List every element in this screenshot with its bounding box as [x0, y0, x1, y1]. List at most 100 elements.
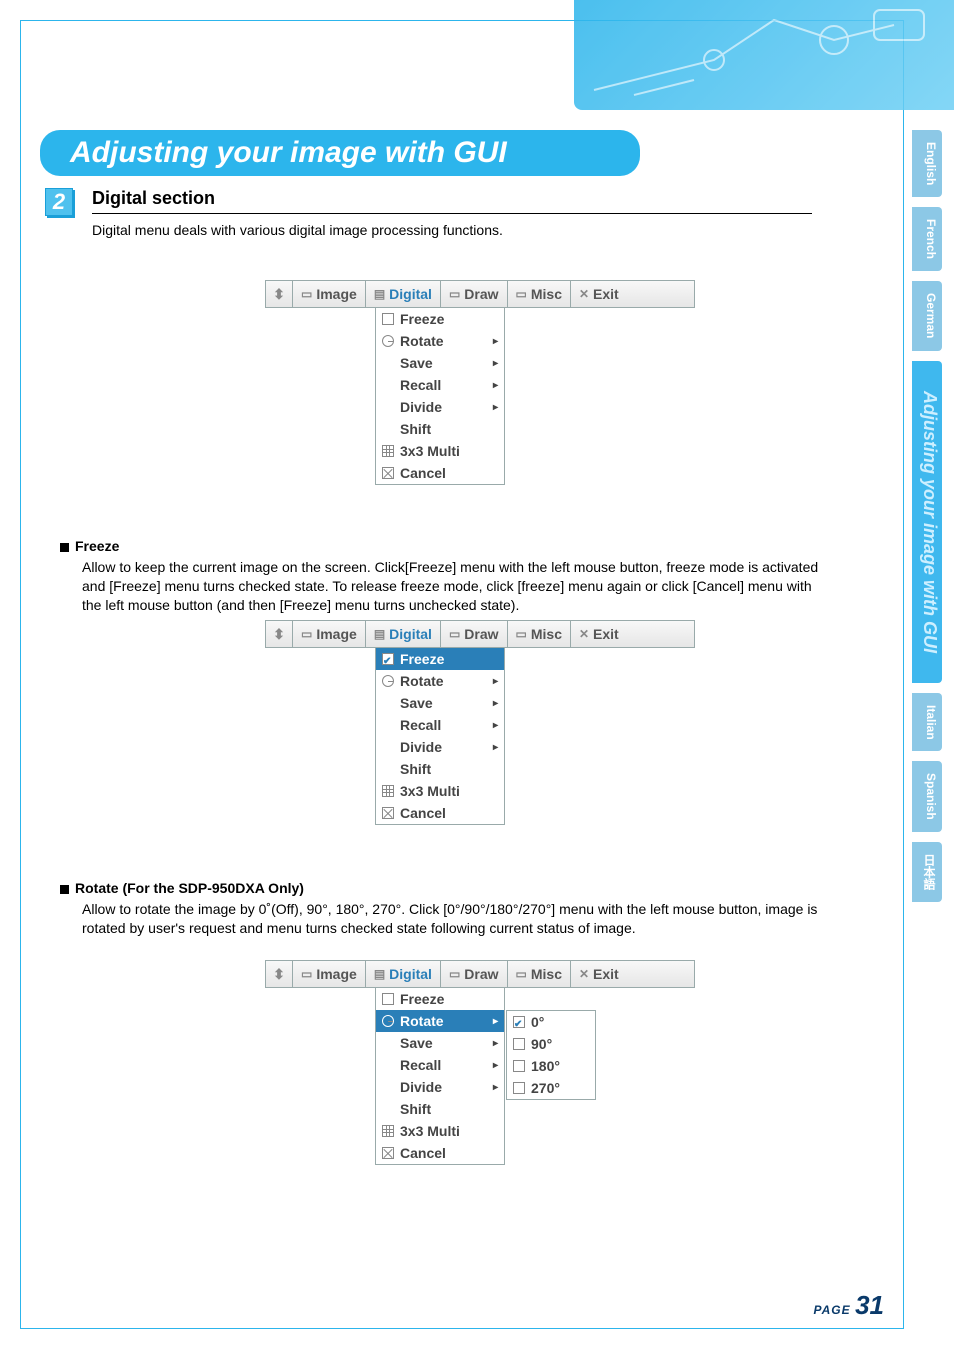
- submenu-arrow-icon: ▸: [493, 336, 498, 347]
- menu-item-rotate[interactable]: Rotate▸0°90°180°270°: [376, 1010, 504, 1032]
- menu-item-recall[interactable]: Recall▸: [376, 1054, 504, 1076]
- menu-item-label: Save: [400, 1035, 433, 1051]
- menu-item-rotate[interactable]: Rotate ▸: [376, 330, 504, 352]
- rotate-option-90°[interactable]: 90°: [507, 1033, 595, 1055]
- page-number: PAGE 31: [814, 1290, 885, 1321]
- menu-item-label: Divide: [400, 739, 442, 755]
- menubar-tab-exit[interactable]: ✕Exit: [570, 961, 627, 987]
- menubar-tab-misc[interactable]: ▭Misc: [507, 281, 570, 307]
- menubar-label: Draw: [464, 626, 498, 642]
- side-tab-1[interactable]: French: [912, 207, 942, 271]
- menubar-label: Misc: [531, 286, 562, 302]
- page-number-value: 31: [855, 1290, 884, 1320]
- submenu-arrow-icon: ▸: [493, 676, 498, 687]
- freeze-heading-text: Freeze: [75, 538, 119, 554]
- menu-item-label: Freeze: [400, 311, 444, 327]
- rotate-option-270°[interactable]: 270°: [507, 1077, 595, 1099]
- menubar-tab-image[interactable]: ▭Image: [292, 961, 365, 987]
- digital-dropdown: FreezeRotate▸0°90°180°270°Save▸Recall▸Di…: [375, 988, 505, 1165]
- menu-item-label: Freeze: [400, 651, 444, 667]
- rotate-heading-text: Rotate (For the SDP-950DXA Only): [75, 880, 304, 896]
- menu-item-label: Save: [400, 695, 433, 711]
- gui-menubar: ⬍ ▭Image ▤Digital ▭Draw ▭Misc ✕Exit: [265, 620, 695, 648]
- rotate-option-180°[interactable]: 180°: [507, 1055, 595, 1077]
- misc-icon: ▭: [516, 627, 527, 641]
- side-tab-6[interactable]: 日本語: [912, 842, 942, 902]
- menubar-tab-exit[interactable]: ✕Exit: [570, 621, 627, 647]
- menubar-tab-exit[interactable]: ✕ Exit: [570, 281, 627, 307]
- menu-item-3x3-multi[interactable]: 3x3 Multi: [376, 1120, 504, 1142]
- menubar-tab-digital[interactable]: ▤Digital: [365, 621, 440, 647]
- menubar-tab-draw[interactable]: ▭Draw: [440, 621, 507, 647]
- menu-item-recall[interactable]: Recall▸: [376, 714, 504, 736]
- menu-item-label: Shift: [400, 1101, 431, 1117]
- menu-item-shift[interactable]: Shift: [376, 758, 504, 780]
- side-tab-5[interactable]: Spanish: [912, 761, 942, 832]
- menubar-label: Draw: [464, 966, 498, 982]
- menu-item-label: Divide: [400, 399, 442, 415]
- menu-item-cancel[interactable]: Cancel: [376, 802, 504, 824]
- menu-item-label: Recall: [400, 1057, 441, 1073]
- misc-icon: ▭: [516, 967, 527, 981]
- close-icon: [382, 807, 394, 819]
- rotate-option-label: 0°: [531, 1014, 544, 1030]
- menu-item-shift[interactable]: Shift: [376, 1098, 504, 1120]
- freeze-body: Allow to keep the current image on the s…: [82, 558, 820, 615]
- menu-item-freeze[interactable]: Freeze: [376, 308, 504, 330]
- menubar-tab-digital[interactable]: ▤Digital: [365, 281, 440, 307]
- menu-item-rotate[interactable]: Rotate▸: [376, 670, 504, 692]
- menubar-tab-image[interactable]: ▭Image: [292, 621, 365, 647]
- menu-item-save[interactable]: Save▸: [376, 692, 504, 714]
- menubar-tab-digital[interactable]: ▤Digital: [365, 961, 440, 987]
- menu-item-shift[interactable]: Shift: [376, 418, 504, 440]
- menu-item-save[interactable]: Save▸: [376, 352, 504, 374]
- menu-item-cancel[interactable]: Cancel: [376, 1142, 504, 1164]
- page-label: PAGE: [814, 1303, 851, 1317]
- menu-item-divide[interactable]: Divide ▸: [376, 396, 504, 418]
- menu-item-divide[interactable]: Divide▸: [376, 1076, 504, 1098]
- side-tab-3[interactable]: Adjusting your image with GUI: [912, 361, 942, 683]
- section-number-badge: 2: [45, 188, 73, 216]
- rotate-icon: [382, 1015, 394, 1027]
- exit-icon: ✕: [579, 287, 589, 301]
- checkbox-icon: [382, 653, 394, 665]
- menu-item-save[interactable]: Save▸: [376, 1032, 504, 1054]
- digital-dropdown: Freeze Rotate ▸ Save▸Recall▸ Divide ▸ Shift3x3…: [375, 308, 505, 485]
- side-tab-2[interactable]: German: [912, 281, 942, 350]
- menu-item-3x3-multi[interactable]: 3x3 Multi: [376, 780, 504, 802]
- menubar-tab-image[interactable]: ▭Image: [292, 281, 365, 307]
- gui-menubar: ⬍ ▭Image ▤Digital ▭Draw ▭Misc ✕Exit: [265, 280, 695, 308]
- rotate-icon: [382, 675, 394, 687]
- submenu-arrow-icon: ▸: [493, 402, 498, 413]
- menu-item-label: Cancel: [400, 1145, 446, 1161]
- freeze-section: Freeze Allow to keep the current image o…: [60, 538, 820, 615]
- menu-item-3x3-multi[interactable]: 3x3 Multi: [376, 440, 504, 462]
- menu-item-cancel[interactable]: Cancel: [376, 462, 504, 484]
- menubar-tab-misc[interactable]: ▭Misc: [507, 621, 570, 647]
- checkbox-icon: [382, 313, 394, 325]
- menu-item-label: Cancel: [400, 465, 446, 481]
- menubar-tab-draw[interactable]: ▭Draw: [440, 961, 507, 987]
- rotate-option-0°[interactable]: 0°: [507, 1011, 595, 1033]
- digital-icon: ▤: [374, 967, 385, 981]
- menubar-label: Exit: [593, 966, 619, 982]
- menu-item-label: Cancel: [400, 805, 446, 821]
- rotate-heading: Rotate (For the SDP-950DXA Only): [60, 880, 820, 896]
- menubar-label: Image: [316, 966, 356, 982]
- side-tab-0[interactable]: English: [912, 130, 942, 197]
- checkbox-icon: [382, 993, 394, 1005]
- close-icon: [382, 467, 394, 479]
- menubar-tab-misc[interactable]: ▭Misc: [507, 961, 570, 987]
- menu-item-label: Rotate: [400, 333, 444, 349]
- menu-item-recall[interactable]: Recall▸: [376, 374, 504, 396]
- submenu-arrow-icon: ▸: [493, 1082, 498, 1093]
- side-tab-4[interactable]: Italian: [912, 693, 942, 752]
- close-icon: [382, 1147, 394, 1159]
- menu-item-divide[interactable]: Divide▸: [376, 736, 504, 758]
- menubar-tab-draw[interactable]: ▭Draw: [440, 281, 507, 307]
- rotate-option-label: 90°: [531, 1036, 552, 1052]
- menu-item-freeze[interactable]: Freeze: [376, 988, 504, 1010]
- menubar-label: Digital: [389, 626, 432, 642]
- menu-item-freeze[interactable]: Freeze: [376, 648, 504, 670]
- menubar-label: Exit: [593, 286, 619, 302]
